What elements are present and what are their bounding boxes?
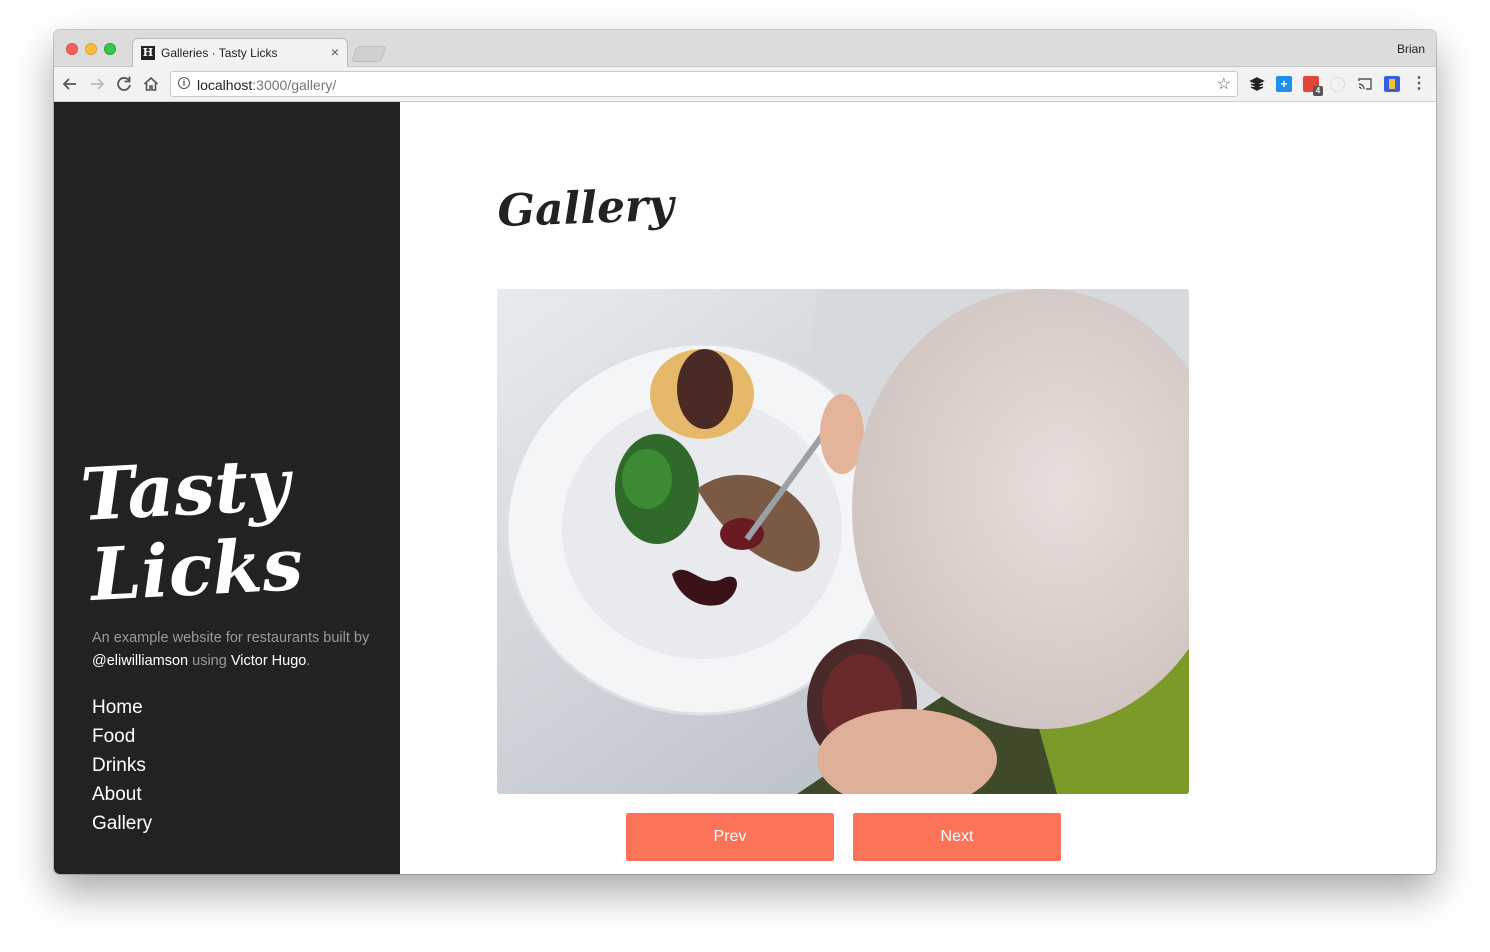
address-bar[interactable]: i localhost:3000/gallery/ ☆ [170,71,1238,97]
url-text[interactable]: localhost:3000/gallery/ [197,77,336,93]
new-tab-button[interactable] [351,46,387,62]
back-arrow-icon[interactable] [60,74,80,94]
cast-icon[interactable] [1357,76,1373,92]
nav-drinks[interactable]: Drinks [92,751,152,780]
next-button[interactable]: Next [853,813,1061,861]
minimize-window-button[interactable] [85,43,97,55]
sidebar: Tasty Licks An example website for resta… [54,102,400,874]
reload-icon[interactable] [114,74,134,94]
logo-line-2: Licks [86,521,304,612]
svg-text:Gallery: Gallery [497,180,678,237]
nav-about[interactable]: About [92,780,152,809]
prev-button[interactable]: Prev [626,813,834,861]
extension-badge: 4 [1313,86,1323,96]
browser-toolbar: i localhost:3000/gallery/ ☆ + 4 ⋮ [54,67,1436,102]
nav-gallery[interactable]: Gallery [92,809,152,838]
main-nav: Home Food Drinks About Gallery [92,693,152,838]
browser-tab[interactable]: H Galleries · Tasty Licks × [132,38,348,67]
main-content: Gallery Prev Next [400,102,1436,874]
tab-close-icon[interactable]: × [331,44,339,60]
browser-window: H Galleries · Tasty Licks × Brian i loca… [54,30,1436,874]
page-title: Gallery [497,180,678,237]
victor-hugo-link[interactable]: Victor Hugo [231,653,307,669]
site-tagline: An example website for restaurants built… [92,630,370,669]
site-logo[interactable]: Tasty Licks [80,442,340,612]
forward-arrow-icon[interactable] [87,74,107,94]
tab-title: Galleries · Tasty Licks [161,46,278,60]
layers-icon[interactable] [1249,76,1265,92]
nav-home[interactable]: Home [92,693,152,722]
tab-favicon-icon: H [141,46,155,60]
plus-icon[interactable]: + [1276,76,1292,92]
calendar-icon[interactable]: 4 [1303,76,1323,96]
home-icon[interactable] [141,74,161,94]
title-bar: H Galleries · Tasty Licks × Brian [54,30,1436,67]
gallery-photo-illustration [497,289,1189,794]
maximize-window-button[interactable] [104,43,116,55]
menu-dots-icon[interactable]: ⋮ [1411,76,1427,92]
bookmark-icon[interactable] [1384,76,1400,92]
info-icon[interactable]: i [178,77,190,89]
author-link[interactable]: @eliwilliamson [92,653,188,669]
close-window-button[interactable] [66,43,78,55]
circle-icon[interactable] [1330,77,1345,92]
nav-food[interactable]: Food [92,722,152,751]
profile-name[interactable]: Brian [1397,42,1425,56]
gallery-photo [497,289,1189,794]
star-icon[interactable]: ☆ [1217,74,1231,94]
